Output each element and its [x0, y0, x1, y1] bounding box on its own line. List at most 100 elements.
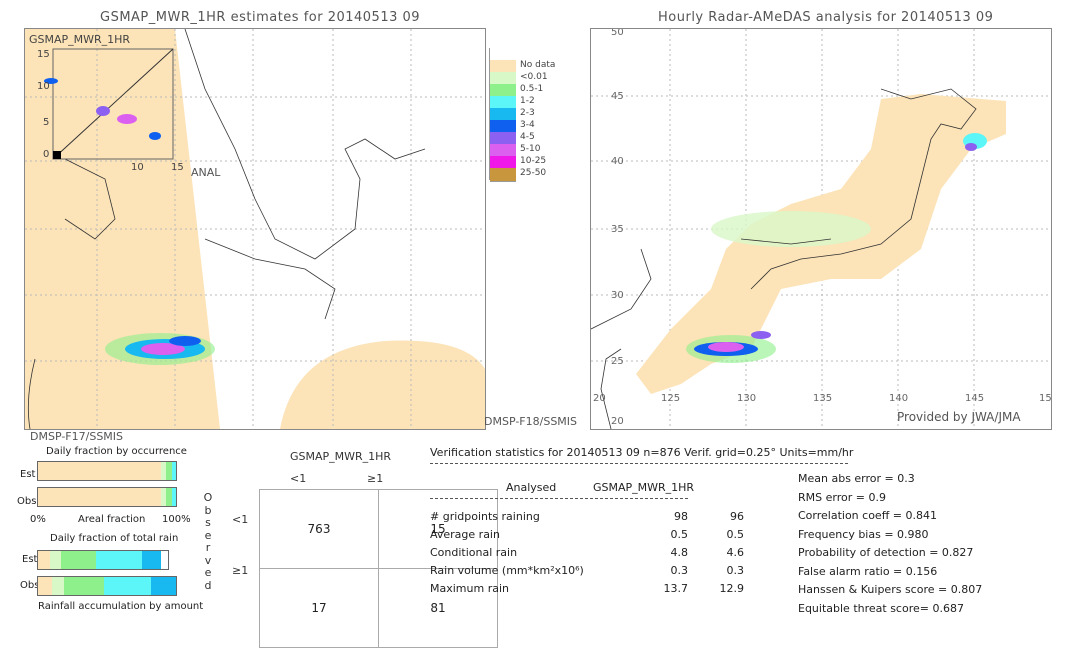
- right-map-canvas: [591, 29, 1051, 429]
- lat-label-50: 50: [611, 28, 624, 38]
- credit-label: Provided by JWA/JMA: [897, 410, 1021, 424]
- total-rain-est-bar: [37, 550, 169, 570]
- bar-segment: [38, 488, 161, 506]
- legend-label: 3-4: [520, 120, 535, 130]
- occurrence-est-bar: [37, 461, 177, 481]
- bar-segment: [151, 577, 176, 595]
- stat-label: Average rain: [430, 528, 500, 541]
- bar-segment: [38, 551, 50, 569]
- divider: [430, 463, 848, 464]
- inset-tick-y10: 10: [37, 81, 50, 92]
- bar-segment: [61, 551, 97, 569]
- satellite-label-f18: DMSP-F18/SSMIS: [484, 415, 578, 428]
- total-rain-title: Daily fraction of total rain: [50, 533, 179, 544]
- inset-tick-x15: 15: [171, 162, 184, 173]
- stat-analysed-value: 0.3: [670, 564, 689, 577]
- observed-letter: r: [205, 541, 211, 554]
- legend-label: <0.01: [520, 72, 548, 82]
- lon-label-130: 130: [737, 393, 757, 404]
- observed-letter: d: [204, 578, 212, 592]
- lat-label-40: 40: [611, 156, 624, 167]
- lat-label-25: 25: [611, 356, 624, 367]
- bar-segment: [51, 577, 65, 595]
- bar-segment: [171, 488, 176, 506]
- stat-analysed-value: 98: [674, 510, 688, 523]
- legend-label: 5-10: [520, 144, 541, 154]
- stat-analysed-value: 4.8: [670, 546, 689, 559]
- occurrence-axis-left: 0%: [30, 514, 46, 525]
- occurrence-obs-bar: [37, 487, 177, 507]
- left-map-title: GSMAP_MWR_1HR estimates for 20140513 09: [100, 10, 421, 25]
- score-line: Mean abs error = 0.3: [798, 472, 915, 485]
- lon-label-135: 135: [813, 393, 833, 404]
- bar-segment: [171, 462, 176, 480]
- total-rain-footer: Rainfall accumulation by amount: [38, 601, 204, 612]
- inset-tick-y0: 0: [43, 149, 50, 160]
- cell-obs-ge-est-lt: 17: [259, 568, 379, 648]
- cell-obs-ge-est-ge: 81: [378, 568, 498, 648]
- stat-estimate-value: 0.5: [726, 528, 745, 541]
- lon-label-145: 145: [965, 393, 985, 404]
- inset-xlabel: ANAL: [191, 166, 221, 179]
- contingency-col-ge: ≥1: [367, 472, 384, 485]
- bar-segment: [104, 577, 152, 595]
- total-rain-obs-bar: [37, 576, 177, 596]
- bar-segment: [96, 551, 142, 569]
- observed-letter: s: [205, 516, 211, 529]
- col-estimate: GSMAP_MWR_1HR: [593, 481, 695, 494]
- score-line: Frequency bias = 0.980: [798, 527, 929, 541]
- contingency-col-lt: <1: [290, 472, 307, 485]
- legend-item: 25-50: [490, 168, 550, 182]
- stat-estimate-value: 4.6: [726, 546, 745, 559]
- legend-label: 10-25: [520, 156, 547, 166]
- bar-segment: [141, 551, 162, 569]
- lat-label-30: 30: [611, 290, 624, 301]
- observed-letter: e: [204, 566, 212, 579]
- contingency-row-ge: ≥1: [232, 564, 249, 577]
- bar-segment: [38, 577, 52, 595]
- score-line: Equitable threat score= 0.687: [798, 601, 964, 615]
- legend-label: 25-50: [520, 168, 547, 178]
- legend-label: 1-2: [520, 96, 535, 106]
- stat-estimate-value: 96: [730, 510, 744, 523]
- left-map: GSMAP_MWR_1HR 0 5 10 15 10 15 ANAL: [24, 28, 486, 430]
- cell-obs-lt-est-lt: 763: [259, 489, 379, 569]
- right-map-title: Hourly Radar-AMeDAS analysis for 2014051…: [658, 10, 994, 25]
- inset-tick-x10: 10: [131, 162, 144, 173]
- legend-label: 0.5-1: [520, 84, 544, 94]
- legend-label: 4-5: [520, 132, 535, 142]
- observed-letter: O: [203, 491, 213, 504]
- score-line: Hanssen & Kuipers score = 0.807: [798, 583, 983, 596]
- bar-segment: [64, 577, 105, 595]
- bar-segment: [38, 462, 161, 480]
- total-rain-est-label: Est: [22, 554, 38, 565]
- contingency-header: GSMAP_MWR_1HR: [290, 450, 392, 463]
- legend-label: No data: [520, 60, 556, 70]
- inset-tick-y15: 15: [37, 49, 50, 60]
- no-data-swath-2: [280, 340, 485, 429]
- observed-label: Observed: [203, 491, 213, 592]
- score-line: False alarm ratio = 0.156: [798, 564, 938, 578]
- stat-estimate-value: 12.9: [719, 582, 745, 595]
- left-map-canvas: [25, 29, 485, 429]
- color-legend: No data <0.01 0.5-1 1-2 2-3 3-4 4-5 5-10 10-25 25…: [489, 48, 555, 182]
- lat-label-35: 35: [611, 224, 624, 235]
- score-line: Correlation coeff = 0.841: [798, 509, 937, 522]
- occurrence-title: Daily fraction by occurrence: [46, 446, 187, 457]
- stat-analysed-value: 13.7: [663, 582, 689, 595]
- satellite-label-f17: DMSP-F17/SSMIS: [30, 430, 124, 443]
- lat-label-45: 45: [611, 91, 624, 102]
- stat-label: Conditional rain: [430, 546, 518, 559]
- lon-label-150: 15: [1039, 393, 1052, 404]
- stat-label: # gridpoints raining: [430, 510, 540, 523]
- lon-label-140: 140: [889, 393, 909, 404]
- stat-analysed-value: 0.5: [670, 528, 689, 541]
- stat-label: Maximum rain: [430, 582, 509, 595]
- right-map: 50 45 40 35 30 25 20 20 125 130 135 140 …: [590, 28, 1052, 430]
- legend-swatch: [490, 168, 516, 182]
- stats-header: Verification statistics for 20140513 09 …: [430, 446, 854, 459]
- score-line: Probability of detection = 0.827: [798, 546, 974, 559]
- score-line: RMS error = 0.9: [798, 490, 886, 504]
- occurrence-axis-mid: Areal fraction: [78, 514, 146, 525]
- lat-label-20: 20: [611, 416, 624, 427]
